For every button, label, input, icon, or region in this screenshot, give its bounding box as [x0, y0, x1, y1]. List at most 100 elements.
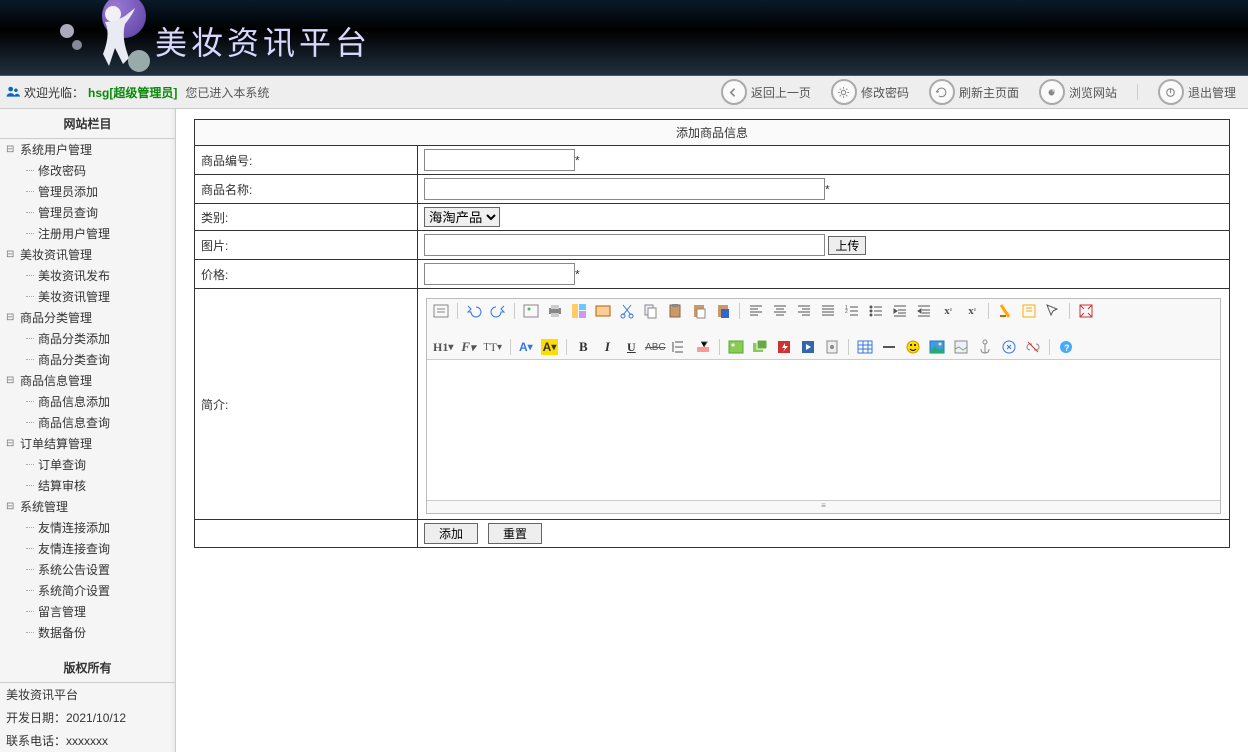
list-ol-icon[interactable]: 12: [844, 303, 860, 319]
quickformat-icon[interactable]: [1021, 303, 1037, 319]
nav-group[interactable]: 美妆资讯管理: [6, 244, 175, 265]
flash-icon[interactable]: [776, 339, 792, 355]
link-icon[interactable]: [1001, 339, 1017, 355]
nav-item[interactable]: 商品分类添加: [6, 328, 175, 349]
list-ul-icon[interactable]: [868, 303, 884, 319]
nav-item[interactable]: 结算审核: [6, 475, 175, 496]
template-icon[interactable]: [571, 303, 587, 319]
bold-icon[interactable]: B: [575, 339, 591, 355]
nav-item[interactable]: 系统公告设置: [6, 559, 175, 580]
code-icon[interactable]: [595, 303, 611, 319]
nav-item[interactable]: 管理员添加: [6, 181, 175, 202]
nav-item[interactable]: 商品信息添加: [6, 391, 175, 412]
select-category[interactable]: 海淘产品: [424, 207, 500, 227]
nav-item[interactable]: 友情连接查询: [6, 538, 175, 559]
input-price[interactable]: [424, 263, 575, 285]
logout-button[interactable]: 退出管理: [1158, 79, 1236, 105]
selectall-icon[interactable]: [1045, 303, 1061, 319]
subscript-icon[interactable]: x²: [940, 303, 956, 319]
underline-icon[interactable]: U: [623, 339, 639, 355]
label-image: 图片:: [195, 231, 418, 260]
nav-item[interactable]: 修改密码: [6, 160, 175, 181]
heading-dropdown[interactable]: H1▾: [433, 339, 453, 355]
nav-item[interactable]: 商品分类查询: [6, 349, 175, 370]
rich-text-editor: 12 x² x²: [426, 298, 1221, 514]
align-left-icon[interactable]: [748, 303, 764, 319]
print-icon[interactable]: [547, 303, 563, 319]
current-user: hsg[超级管理员]: [88, 84, 177, 101]
nav-group[interactable]: 系统用户管理: [6, 139, 175, 160]
clearformat-icon[interactable]: [997, 303, 1013, 319]
label-sn: 商品编号:: [195, 146, 418, 175]
size-dropdown[interactable]: TT▾: [483, 339, 501, 355]
nav-group[interactable]: 系统管理: [6, 496, 175, 517]
paste-text-icon[interactable]: [691, 303, 707, 319]
upload-button[interactable]: 上传: [828, 236, 866, 255]
editor-textarea[interactable]: [427, 360, 1220, 500]
superscript-icon[interactable]: x²: [964, 303, 980, 319]
font-dropdown[interactable]: F▾: [461, 339, 475, 355]
preview-icon[interactable]: [523, 303, 539, 319]
lineheight-icon[interactable]: [671, 339, 687, 355]
align-center-icon[interactable]: [772, 303, 788, 319]
change-password-button[interactable]: 修改密码: [831, 79, 909, 105]
nav-group[interactable]: 订单结算管理: [6, 433, 175, 454]
paste-icon[interactable]: [667, 303, 683, 319]
table-icon[interactable]: [857, 339, 873, 355]
redo-icon[interactable]: [490, 303, 506, 319]
nav-item[interactable]: 美妆资讯管理: [6, 286, 175, 307]
input-image[interactable]: [424, 234, 825, 256]
fullscreen-icon[interactable]: [1078, 303, 1094, 319]
refresh-button[interactable]: 刷新主页面: [929, 79, 1019, 105]
power-icon: [1158, 79, 1184, 105]
editor-resize-handle[interactable]: ≡: [427, 500, 1220, 513]
nav-item[interactable]: 留言管理: [6, 601, 175, 622]
image-icon[interactable]: [728, 339, 744, 355]
backcolor-icon[interactable]: A▾: [541, 339, 559, 355]
submit-button[interactable]: 添加: [424, 523, 478, 544]
back-button[interactable]: 返回上一页: [721, 79, 811, 105]
nav-item[interactable]: 美妆资讯发布: [6, 265, 175, 286]
nav-group[interactable]: 商品分类管理: [6, 307, 175, 328]
nav-item[interactable]: 系统简介设置: [6, 580, 175, 601]
view-site-button[interactable]: 浏览网站: [1039, 79, 1117, 105]
sidebar: 网站栏目 系统用户管理修改密码管理员添加管理员查询注册用户管理美妆资讯管理美妆资…: [0, 109, 176, 752]
nav-item[interactable]: 数据备份: [6, 622, 175, 643]
undo-icon[interactable]: [466, 303, 482, 319]
form-title: 添加商品信息: [195, 120, 1230, 146]
indent-icon[interactable]: [892, 303, 908, 319]
insertimage-icon[interactable]: [929, 339, 945, 355]
italic-icon[interactable]: I: [599, 339, 615, 355]
anchor-icon[interactable]: [977, 339, 993, 355]
nav-item[interactable]: 商品信息查询: [6, 412, 175, 433]
strike-icon[interactable]: ABC: [647, 339, 663, 355]
input-name[interactable]: [424, 178, 825, 200]
label-price: 价格:: [195, 260, 418, 289]
multiimage-icon[interactable]: [752, 339, 768, 355]
label-intro: 简介:: [195, 289, 418, 520]
nav-group[interactable]: 商品信息管理: [6, 370, 175, 391]
unlink-icon[interactable]: [1025, 339, 1041, 355]
nav-item[interactable]: 管理员查询: [6, 202, 175, 223]
forecolor-icon[interactable]: A▾: [519, 339, 533, 355]
copy-icon[interactable]: [643, 303, 659, 319]
nav-item[interactable]: 注册用户管理: [6, 223, 175, 244]
removeformat-icon[interactable]: [695, 339, 711, 355]
map-icon[interactable]: [953, 339, 969, 355]
align-right-icon[interactable]: [796, 303, 812, 319]
emoji-icon[interactable]: [905, 339, 921, 355]
align-justify-icon[interactable]: [820, 303, 836, 319]
nav-item[interactable]: 订单查询: [6, 454, 175, 475]
cut-icon[interactable]: [619, 303, 635, 319]
reset-button[interactable]: 重置: [488, 523, 542, 544]
media-icon[interactable]: [800, 339, 816, 355]
nav-item[interactable]: 友情连接添加: [6, 517, 175, 538]
app-header: 美妆资讯平台: [0, 0, 1248, 76]
hr-icon[interactable]: [881, 339, 897, 355]
outdent-icon[interactable]: [916, 303, 932, 319]
source-icon[interactable]: [433, 303, 449, 319]
about-icon[interactable]: ?: [1058, 339, 1074, 355]
paste-word-icon[interactable]: [715, 303, 731, 319]
input-sn[interactable]: [424, 149, 575, 171]
file-icon[interactable]: [824, 339, 840, 355]
